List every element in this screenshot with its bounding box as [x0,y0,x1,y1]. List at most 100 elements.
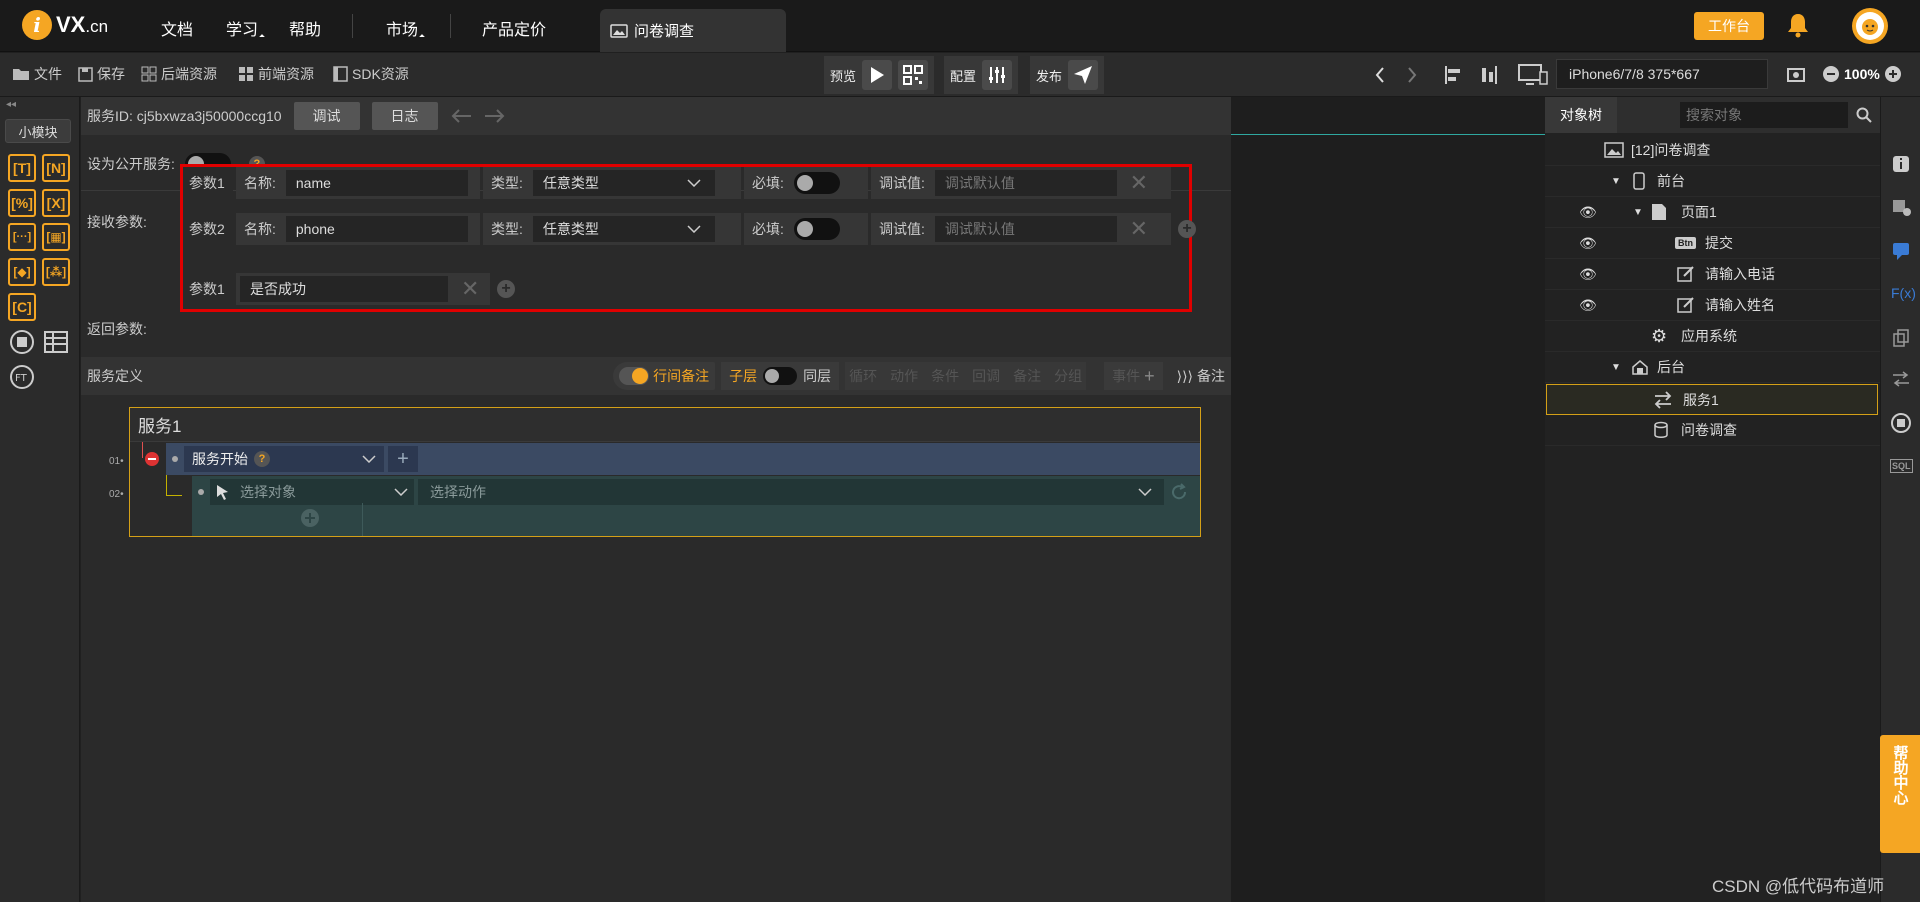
refresh-icon[interactable] [1170,483,1188,501]
search-icon[interactable] [1856,107,1872,123]
nav-pricing[interactable]: 产品定价 [482,16,546,40]
collapse-icon[interactable]: ◂◂ [6,99,16,110]
return-param-input[interactable]: 是否成功 [240,276,449,302]
document-tab[interactable]: 问卷调查 [600,9,786,52]
config-button[interactable] [982,60,1013,90]
object-component-icon[interactable]: [◆] [8,258,36,286]
add-return-param-icon[interactable]: + [497,280,515,298]
visibility-eye-icon[interactable]: 👁 [1579,297,1597,314]
align-center-button[interactable] [1474,61,1502,89]
service-name[interactable]: 服务1 [130,408,1200,442]
add-row-button[interactable]: + [388,446,418,472]
visibility-eye-icon[interactable]: 👁 [1579,204,1597,221]
tree-node-submit[interactable]: 👁 Btn 提交 [1545,228,1880,259]
collapse-row-icon[interactable] [144,451,160,467]
qr-preview-button[interactable] [898,60,929,90]
canvas-area[interactable] [1231,97,1545,902]
nav-help[interactable]: 帮助 [289,16,321,40]
required-toggle[interactable] [793,172,840,194]
expand-caret-icon[interactable]: ▼ [1633,207,1643,218]
tree-node-service1[interactable]: 服务1 [1546,384,1878,415]
param-type-select[interactable]: 任意类型 [532,216,715,242]
tree-node-app-system[interactable]: ⚙ 应用系统 [1545,321,1880,352]
table-component-icon[interactable]: [▦] [42,223,70,251]
publish-button[interactable] [1068,60,1099,90]
undo-arrow-icon[interactable] [450,108,472,124]
file-button[interactable]: 文件 [12,64,62,84]
frontend-resources-button[interactable]: 前端资源 [238,64,314,84]
zoom-in-icon[interactable] [1884,65,1902,83]
logo[interactable]: i VX.cn [22,10,108,40]
number-component-icon[interactable]: [N] [42,154,70,182]
text-component-icon[interactable]: [T] [8,154,36,182]
align-left-button[interactable] [1440,61,1468,89]
required-toggle[interactable] [793,218,840,240]
avatar[interactable] [1852,8,1888,44]
help-icon[interactable]: ? [254,451,270,467]
help-center-button[interactable]: 帮助中心 [1880,735,1920,853]
back-button[interactable] [1366,61,1394,89]
expand-caret-icon[interactable]: ▼ [1611,362,1621,373]
note-button[interactable]: 备注 [1013,366,1041,386]
notes-button[interactable]: ⟩⟩⟩ 备注 [1177,366,1225,386]
debug-button[interactable]: 调试 [293,102,360,130]
backend-resources-button[interactable]: 后端资源 [141,64,217,84]
preview-button[interactable] [862,60,893,90]
device-select[interactable]: iPhone6/7/8 375*667 [1556,59,1768,89]
row-note-toggle[interactable]: 行间备注 [613,362,716,390]
data-table-icon[interactable] [43,329,69,355]
tree-node-name-input[interactable]: 👁 请输入姓名 [1545,290,1880,321]
group-component-icon[interactable]: [⁂] [42,258,70,286]
list-component-icon[interactable]: [···] [8,223,36,251]
screenshot-button[interactable] [1782,61,1810,89]
param-name-input[interactable]: phone [285,216,468,242]
bell-icon[interactable] [1786,12,1810,38]
tree-node-page[interactable]: 👁 ▼ 页面1 [1545,197,1880,228]
debug-value-input[interactable]: 调试默认值 [934,216,1117,242]
object-search-input[interactable]: 搜索对象 [1680,102,1848,128]
expand-caret-icon[interactable]: ▼ [1611,176,1621,187]
function-icon[interactable]: FT [9,364,35,390]
delete-return-param-icon[interactable]: ✕ [458,276,482,302]
tree-node-database[interactable]: 问卷调查 [1545,415,1880,446]
debug-value-input[interactable]: 调试默认值 [934,170,1117,196]
workbench-button[interactable]: 工作台 [1694,12,1764,40]
copy-icon[interactable] [1893,329,1909,347]
add-param-icon[interactable]: + [1178,220,1196,238]
callback-button[interactable]: 回调 [972,366,1000,386]
device-switch-button[interactable] [1516,61,1550,89]
save-button[interactable]: 保存 [78,64,125,84]
action-button[interactable]: 动作 [890,366,918,386]
info-icon[interactable] [1892,155,1910,173]
counter-component-icon[interactable]: [C] [8,293,36,321]
visibility-eye-icon[interactable]: 👁 [1579,266,1597,283]
settings-badge-icon[interactable] [1892,199,1912,217]
service-start-select[interactable]: 服务开始 ? [184,446,384,472]
redo-arrow-icon[interactable] [484,108,506,124]
event-button[interactable]: 事件 + [1104,362,1163,390]
nav-market[interactable]: 市场 [386,16,425,40]
param-type-select[interactable]: 任意类型 [532,170,715,196]
delete-param-icon[interactable]: ✕ [1127,216,1151,242]
tree-node-frontend[interactable]: ▼ 前台 [1545,166,1880,197]
group-button[interactable]: 分组 [1054,366,1082,386]
layer-toggle[interactable]: 子层 同层 [721,362,840,390]
tree-node-app[interactable]: [12]问卷调查 [1545,135,1880,166]
sdk-resources-button[interactable]: SDK资源 [333,64,409,84]
function-fx-icon[interactable]: F(x) [1891,285,1916,301]
mini-module-button[interactable]: 小模块 [5,119,71,143]
condition-button[interactable]: 条件 [931,366,959,386]
swap-icon[interactable] [1892,371,1910,387]
nav-docs[interactable]: 文档 [161,16,193,40]
select-action-dropdown[interactable]: 选择动作 [418,479,1164,505]
variable-component-icon[interactable]: [X] [42,189,70,217]
select-object-dropdown[interactable]: 选择对象 [210,479,414,505]
nav-learn[interactable]: 学习 [226,16,265,40]
tree-node-backend[interactable]: ▼ 后台 [1545,352,1880,383]
delete-param-icon[interactable]: ✕ [1127,170,1151,196]
database-icon[interactable] [9,329,35,355]
add-step-icon[interactable] [300,508,320,528]
param-name-input[interactable]: name [285,170,468,196]
percent-component-icon[interactable]: [%] [8,189,36,217]
loop-button[interactable]: 循环 [849,366,877,386]
